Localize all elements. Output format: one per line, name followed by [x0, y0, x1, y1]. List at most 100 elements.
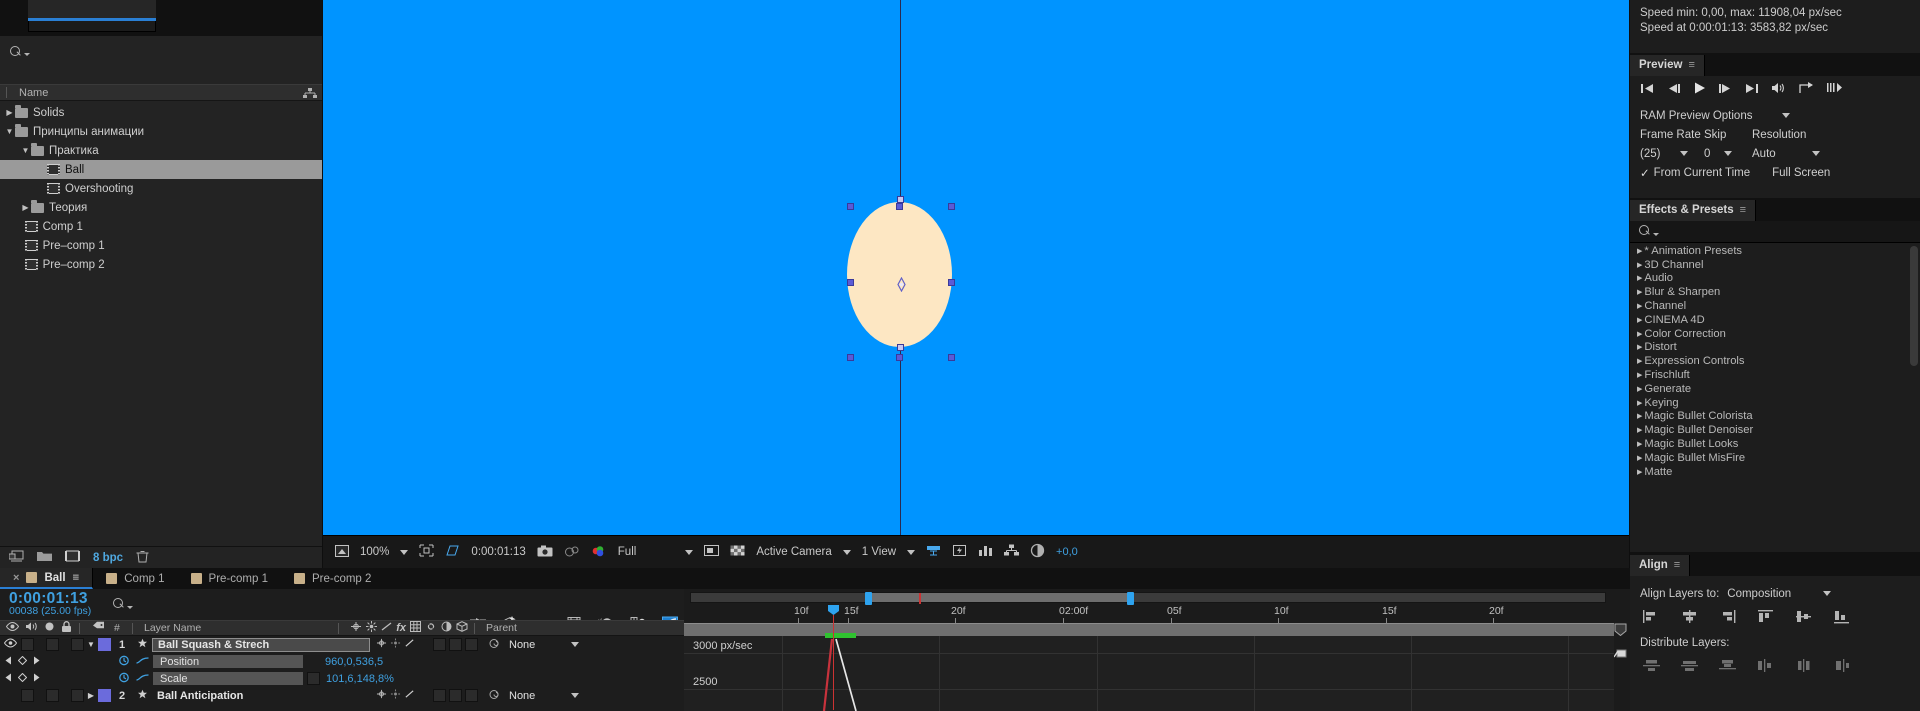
layer-switch-effects[interactable] [390, 689, 401, 702]
align-panel-menu-icon[interactable]: ≡ [1674, 559, 1680, 571]
view-layout-chevron-down-icon[interactable] [907, 549, 916, 555]
transform-handle-bottom-right[interactable] [948, 354, 955, 361]
transform-handle-top-right[interactable] [948, 203, 955, 210]
timeline-right-controls[interactable] [1613, 623, 1627, 711]
layer-parent-pickwhip-icon[interactable] [488, 689, 500, 703]
layer-twirl-icon[interactable]: ▶ [84, 691, 98, 700]
effects-category-channel[interactable]: ▶ Channel [1630, 299, 1920, 313]
work-area-track[interactable] [690, 592, 1606, 605]
transform-handle-mid-right[interactable] [948, 279, 955, 286]
magnification-value[interactable]: 100% [360, 546, 389, 558]
layer-label-color[interactable] [98, 689, 111, 702]
last-frame-icon[interactable] [1745, 83, 1758, 96]
layer-parent-chevron-down-icon[interactable] [571, 642, 579, 647]
effects-category-magic-bullet-misfire[interactable]: ▶ Magic Bullet MisFire [1630, 451, 1920, 465]
timeline-panel-menu-icon[interactable]: ≡ [73, 572, 80, 584]
transform-handle-bottom-left[interactable] [847, 354, 854, 361]
align-vertical-center-icon[interactable] [1794, 609, 1813, 624]
tab-effects-and-presets[interactable]: Effects & Presets ≡ [1630, 199, 1757, 221]
ram-preview-chevron-down-icon[interactable] [1782, 113, 1791, 118]
layer-label-color[interactable] [98, 638, 111, 651]
timeline-graph-editor[interactable]: 10f 15f 20f 02:00f 05f 10f 15f 20f 3000 px/sec … [684, 589, 1630, 711]
effects-category-generate[interactable]: ▶ Generate [1630, 382, 1920, 396]
layer-parent-value[interactable]: None [509, 639, 571, 651]
project-item-overshooting[interactable]: Overshooting [0, 179, 322, 198]
project-tab-active[interactable] [28, 0, 156, 21]
effects-category-color-correction[interactable]: ▶ Color Correction [1630, 327, 1920, 341]
keyframe-toggle-icon[interactable] [17, 655, 28, 668]
property-stopwatch-icon[interactable] [118, 672, 130, 686]
from-current-time-check-icon[interactable]: ✓ [1640, 166, 1650, 180]
comp-flowchart-icon[interactable] [1004, 544, 1020, 560]
project-search-bar[interactable] [0, 36, 322, 68]
color-depth-label[interactable]: 8 bpc [93, 552, 123, 564]
composition-canvas[interactable] [323, 0, 1629, 535]
effects-category-3d-channel[interactable]: ▶ 3D Channel [1630, 258, 1920, 272]
scale-link-toggle[interactable] [307, 672, 320, 685]
frame-rate-dropdown[interactable]: (25) [1640, 148, 1704, 160]
timeline-tab-pre-comp-1[interactable]: Pre-comp 1 [178, 568, 281, 589]
audio-toggle-icon[interactable] [25, 621, 38, 635]
bbox-handle-top[interactable] [896, 203, 903, 210]
previous-frame-icon[interactable] [1667, 83, 1680, 96]
timeline-layer-row[interactable]: ▼ 1 Ball Squash & Strech None [0, 636, 684, 653]
chevron-right-icon[interactable]: ▶ [1637, 385, 1642, 393]
layer-parent-pickwhip-icon[interactable] [488, 638, 500, 652]
effects-category-blur-sharpen[interactable]: ▶ Blur & Sharpen [1630, 285, 1920, 299]
lock-icon[interactable] [61, 620, 72, 636]
camera-view-chevron-down-icon[interactable] [842, 549, 851, 555]
chevron-right-icon[interactable]: ▶ [1637, 274, 1642, 282]
transform-handle-top-center[interactable] [897, 196, 904, 203]
layer-switch-fx[interactable] [433, 689, 446, 702]
layer-lock-toggle[interactable] [71, 689, 84, 702]
project-item-ball[interactable]: Ball [0, 160, 322, 179]
transform-handle-top-left[interactable] [847, 203, 854, 210]
layer-visibility-icon[interactable] [0, 638, 20, 651]
twirl-icon[interactable]: ▼ [20, 146, 31, 155]
keyframe-next-icon[interactable] [33, 673, 40, 685]
property-graph-icon[interactable] [136, 672, 149, 686]
chevron-right-icon[interactable]: ▶ [1637, 371, 1642, 379]
layer-parent-chevron-down-icon[interactable] [571, 693, 579, 698]
layer-switch-motionblur[interactable] [404, 638, 415, 651]
chevron-right-icon[interactable]: ▶ [1637, 412, 1642, 420]
ram-preview-icon[interactable] [1827, 82, 1842, 96]
loop-options-icon[interactable] [1799, 82, 1814, 96]
ball-shape[interactable] [847, 202, 952, 347]
align-right-icon[interactable] [1718, 609, 1737, 624]
timeline-layer-duration-bar[interactable] [684, 623, 1614, 636]
timeline-current-time-display[interactable]: 0:00:01:13 00038 (25.00 fps) [9, 590, 91, 618]
layer-solo-toggle[interactable] [46, 638, 59, 651]
panel-menu-icon[interactable]: ≡ [1688, 59, 1694, 71]
effects-category-matte[interactable]: ▶ Matte [1630, 465, 1920, 479]
layer-switch-framemix[interactable] [449, 638, 462, 651]
grid-guides-icon[interactable] [445, 544, 460, 560]
effects-category-cinema-4d[interactable]: ▶ CINEMA 4D [1630, 313, 1920, 327]
timeline-tab-ball[interactable]: × Ball ≡ [0, 568, 94, 589]
ram-preview-options-row[interactable]: RAM Preview Options [1640, 106, 1920, 125]
pixel-aspect-correction-icon[interactable] [926, 544, 941, 560]
chevron-right-icon[interactable]: ▶ [1637, 261, 1642, 269]
align-horizontal-center-icon[interactable] [1680, 609, 1699, 624]
project-item--[interactable]: ▶ Теория [0, 198, 322, 217]
effects-category-magic-bullet-colorista[interactable]: ▶ Magic Bullet Colorista [1630, 410, 1920, 424]
align-bottom-icon[interactable] [1832, 609, 1851, 624]
chevron-right-icon[interactable]: ▶ [1637, 399, 1642, 407]
chevron-right-icon[interactable]: ▶ [1637, 316, 1642, 324]
property-value[interactable]: 960,0,536,5 [325, 656, 383, 668]
keyframe-toggle-icon[interactable] [17, 672, 28, 685]
anchor-point-icon[interactable] [894, 276, 907, 293]
layer-switch-3dlayer[interactable] [465, 689, 478, 702]
chevron-right-icon[interactable]: ▶ [1637, 330, 1642, 338]
chevron-right-icon[interactable]: ▶ [1637, 343, 1642, 351]
view-layout-value[interactable]: 1 View [862, 546, 896, 558]
align-left-icon[interactable] [1642, 609, 1661, 624]
label-color-icon[interactable] [92, 621, 105, 635]
keyframe-next-icon[interactable] [33, 656, 40, 668]
distribute-top-icon[interactable] [1642, 658, 1661, 673]
align-layers-to-value[interactable]: Composition [1727, 588, 1791, 600]
twirl-icon[interactable]: ▶ [20, 203, 31, 212]
project-item--[interactable]: ▼ Практика [0, 141, 322, 160]
effects-category-magic-bullet-denoiser[interactable]: ▶ Magic Bullet Denoiser [1630, 423, 1920, 437]
timeline-property-row[interactable]: Scale 101,6,148,8% [0, 670, 684, 687]
